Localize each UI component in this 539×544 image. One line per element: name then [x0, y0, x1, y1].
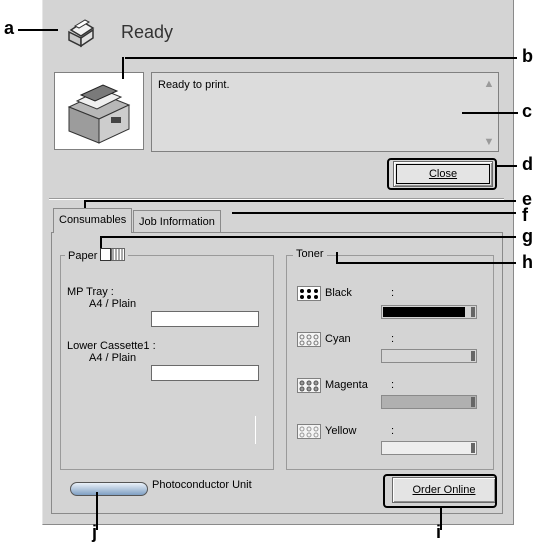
cyan-toner-end	[471, 351, 475, 361]
photoconductor-label: Photoconductor Unit	[152, 479, 252, 491]
callout-j: j	[92, 522, 98, 542]
consumables-panel: Paper MP Tray : A4 / Plain Lower Cassett…	[51, 232, 503, 514]
close-button-highlight	[387, 158, 497, 190]
black-toner-label: Black	[325, 287, 352, 299]
yellow-toner-end	[471, 443, 475, 453]
callout-a-line	[18, 29, 58, 31]
printer-image	[54, 72, 144, 150]
callout-e-line	[84, 200, 516, 202]
toner-group: Toner Black : Cyan : Magenta : Yellow:	[286, 248, 494, 470]
scroll-up-icon[interactable]: ▲	[482, 77, 496, 91]
yellow-toner-label: Yellow	[325, 425, 357, 437]
callout-g: g	[522, 226, 533, 246]
callout-c-line	[462, 112, 518, 114]
callout-d: d	[522, 154, 533, 174]
callout-h-leader	[336, 252, 338, 264]
status-message: Ready to print.	[158, 79, 230, 91]
magenta-toner-icon	[297, 378, 321, 393]
callout-g-line	[100, 236, 516, 238]
callout-c: c	[522, 101, 533, 121]
yellow-toner-sep: :	[391, 425, 395, 437]
order-online-highlight	[383, 474, 497, 508]
tab-job-information-label: Job Information	[139, 216, 215, 228]
callout-a: a	[4, 18, 15, 38]
status-title: Ready	[121, 22, 174, 42]
callout-f: f	[522, 205, 528, 225]
black-toner-fill	[383, 307, 465, 317]
callout-b: b	[522, 46, 533, 66]
black-toner-icon	[297, 286, 321, 301]
callout-d-line	[497, 165, 517, 167]
paper-icon	[100, 248, 112, 261]
mp-tray-label: MP Tray :	[67, 286, 114, 298]
tab-consumables-label: Consumables	[59, 214, 127, 226]
cyan-toner-level	[381, 349, 477, 363]
photoconductor-gauge	[70, 482, 148, 496]
callout-b-line	[125, 57, 517, 59]
black-toner-level	[381, 305, 477, 319]
paper-level-icon	[111, 248, 126, 261]
paper-scroll-track	[255, 416, 256, 444]
magenta-toner-label: Magenta	[325, 379, 368, 391]
mp-tray-level	[151, 311, 259, 327]
scroll-down-icon[interactable]: ▼	[482, 135, 496, 149]
black-toner-sep: :	[391, 287, 395, 299]
magenta-toner-end	[471, 397, 475, 407]
callout-g-leader	[100, 236, 102, 248]
cyan-toner-label: Cyan	[325, 333, 351, 345]
cyan-toner-sep: :	[391, 333, 395, 345]
tab-consumables[interactable]: Consumables	[53, 208, 133, 233]
callout-h-line	[336, 262, 516, 264]
toner-group-label: Toner	[293, 248, 327, 260]
magenta-toner-level	[381, 395, 477, 409]
status-message-box: Ready to print. ▲ ▼	[151, 72, 499, 152]
yellow-toner-icon	[297, 424, 321, 439]
lower-cassette-level	[151, 365, 259, 381]
paper-group: Paper MP Tray : A4 / Plain Lower Cassett…	[60, 248, 274, 470]
lower-cassette-label: Lower Cassette1 :	[67, 340, 156, 352]
yellow-toner-level	[381, 441, 477, 455]
tab-job-information[interactable]: Job Information	[133, 210, 221, 232]
lower-cassette-media: A4 / Plain	[89, 352, 137, 364]
paper-label: Paper	[68, 250, 98, 262]
multifunction-printer-icon	[67, 84, 131, 144]
callout-h: h	[522, 252, 533, 272]
black-toner-end	[471, 307, 475, 317]
cyan-toner-icon	[297, 332, 321, 347]
callout-b-leader	[122, 57, 124, 79]
callout-f-line	[232, 212, 516, 214]
paper-group-label: Paper	[65, 248, 129, 262]
magenta-toner-sep: :	[391, 379, 395, 391]
printer-icon	[68, 19, 95, 48]
mp-tray-media: A4 / Plain	[89, 298, 137, 310]
callout-i: i	[436, 522, 442, 542]
